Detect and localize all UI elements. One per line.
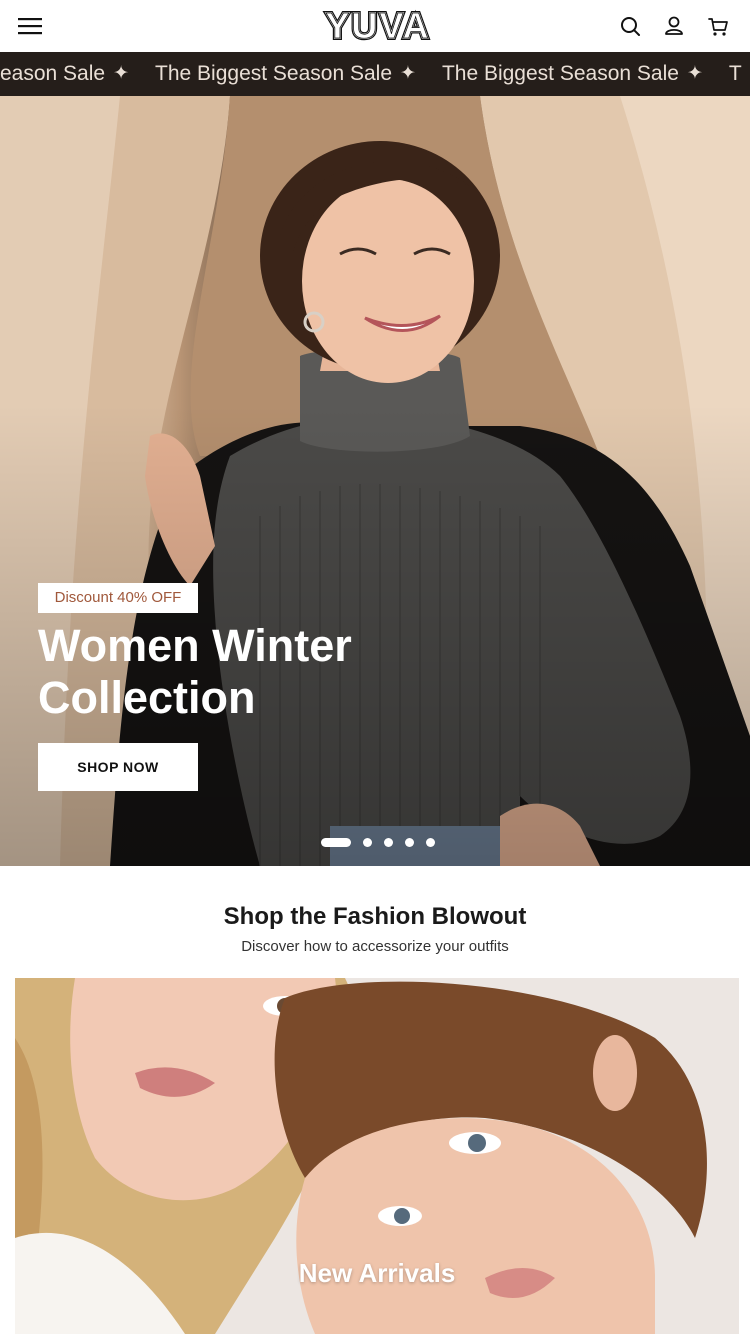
category-label: New Arrivals: [298, 1258, 456, 1288]
announcement-track: eason Sale ✦ The Biggest Season Sale ✦ The…: [0, 52, 750, 96]
hero-title-line1: Women Winter: [38, 620, 352, 671]
svg-text:YUVA: YUVA: [325, 8, 430, 44]
hero-slider[interactable]: Discount 40% OFF Women Winter Collection…: [0, 96, 750, 866]
announcement-item: The Biggest Season Sale ✦: [441, 62, 703, 85]
section-subtitle: Discover how to accessorize your outfits: [241, 938, 509, 955]
hero-title-line2: Collection: [38, 672, 256, 723]
slide-dot-5[interactable]: [426, 837, 435, 847]
search-icon[interactable]: [617, 13, 643, 39]
site-header: YUVA YUVA YUVA: [0, 0, 750, 52]
hamburger-menu-icon[interactable]: [14, 12, 46, 40]
user-icon[interactable]: [661, 13, 687, 39]
slide-dot-4[interactable]: [405, 837, 414, 847]
shop-now-button[interactable]: SHOP NOW: [38, 743, 198, 791]
brand-logo[interactable]: YUVA YUVA YUVA: [296, 3, 460, 48]
announcement-item: T: [728, 62, 742, 85]
slide-dot-1[interactable]: [321, 837, 351, 847]
discount-badge: Discount 40% OFF: [38, 583, 198, 613]
slide-dot-3[interactable]: [384, 837, 393, 847]
section-title: Shop the Fashion Blowout: [223, 903, 527, 930]
slider-pagination: [321, 836, 435, 848]
slide-dot-2[interactable]: [363, 837, 372, 847]
hero-title: Women Winter Collection: [38, 620, 458, 724]
announcement-bar: eason Sale ✦ The Biggest Season Sale ✦ The…: [0, 52, 750, 96]
announcement-item: The Biggest Season Sale ✦: [155, 62, 416, 85]
category-card-new-arrivals[interactable]: New Arrivals: [15, 978, 739, 1334]
cart-icon[interactable]: [705, 13, 731, 39]
announcement-item: eason Sale ✦: [0, 62, 130, 85]
